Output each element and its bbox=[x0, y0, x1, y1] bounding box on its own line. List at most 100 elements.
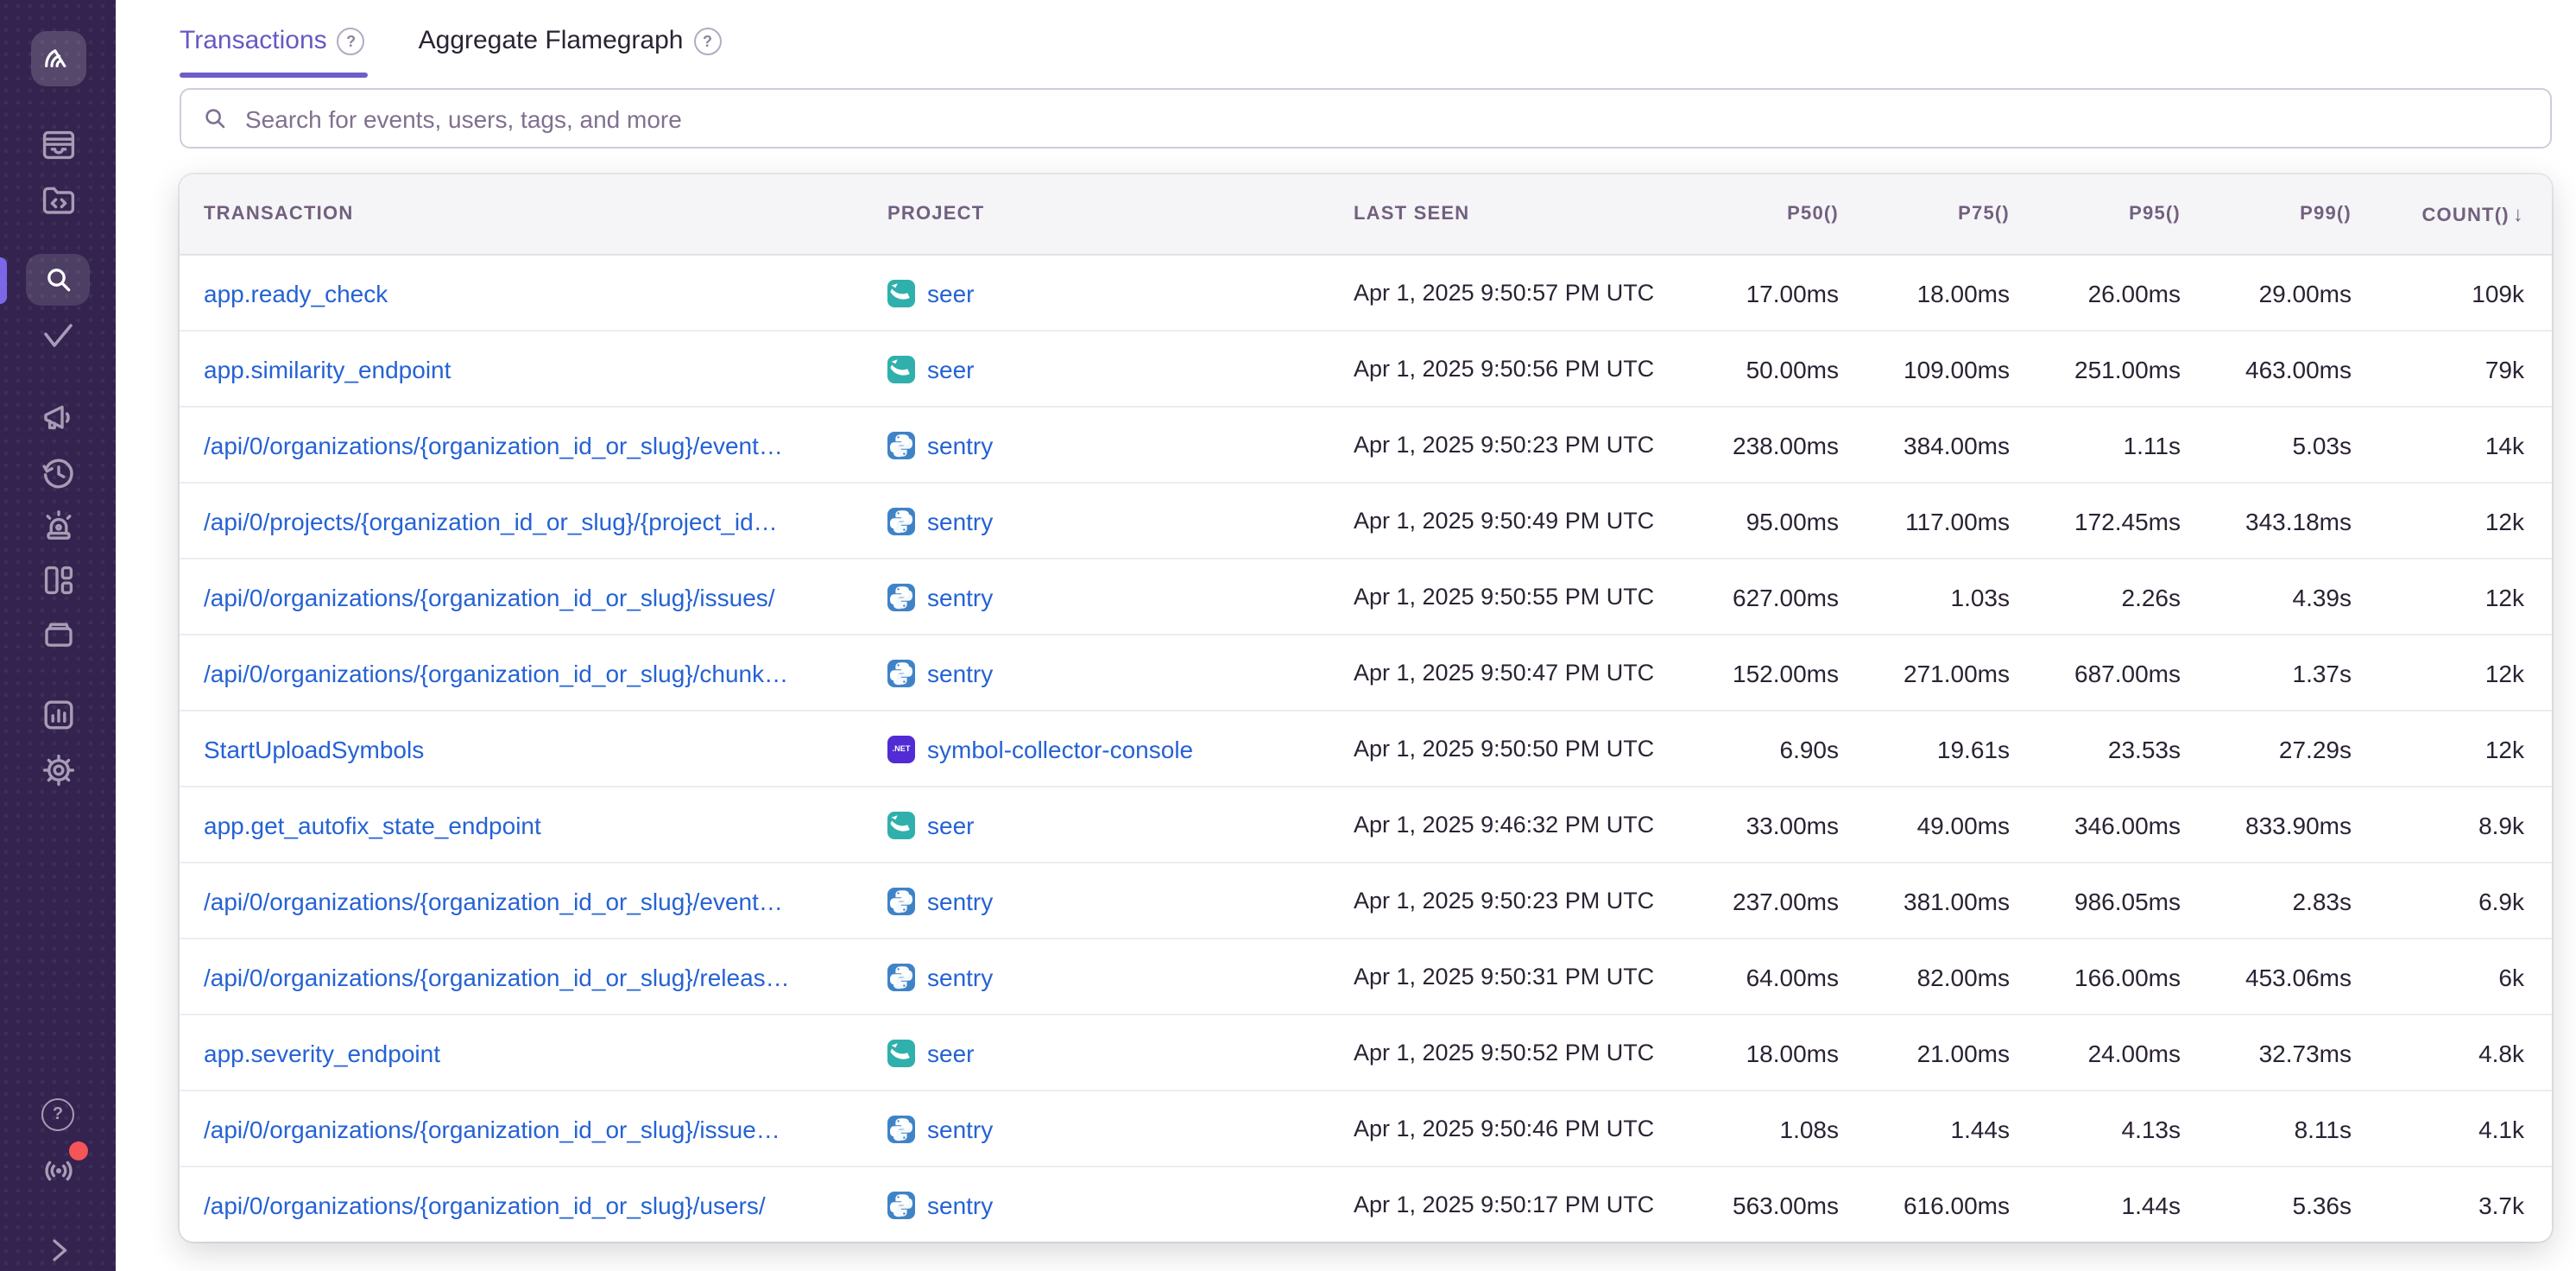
column-transaction[interactable]: TRANSACTION bbox=[180, 204, 887, 224]
p95-cell: 23.53s bbox=[2010, 735, 2181, 762]
project-cell: seer bbox=[887, 811, 1354, 838]
python-project-icon bbox=[887, 659, 915, 686]
transaction-link[interactable]: /api/0/organizations/{organization_id_or… bbox=[204, 963, 790, 990]
column-p50[interactable]: P50() bbox=[1668, 204, 1839, 224]
help-circle-icon[interactable]: ? bbox=[694, 27, 722, 54]
last-seen-cell: Apr 1, 2025 9:50:50 PM UTC bbox=[1354, 736, 1668, 762]
transaction-link[interactable]: app.severity_endpoint bbox=[204, 1039, 440, 1066]
transaction-link[interactable]: /api/0/organizations/{organization_id_or… bbox=[204, 583, 775, 610]
p50-cell: 6.90s bbox=[1668, 735, 1839, 762]
project-link[interactable]: sentry bbox=[927, 1115, 993, 1142]
transaction-link[interactable]: /api/0/organizations/{organization_id_or… bbox=[204, 659, 788, 686]
table-row: /api/0/organizations/{organization_id_or… bbox=[180, 938, 2552, 1014]
project-link[interactable]: sentry bbox=[927, 431, 993, 458]
transaction-link[interactable]: /api/0/organizations/{organization_id_or… bbox=[204, 887, 783, 914]
python-project-icon bbox=[887, 963, 915, 990]
sidebar-item-whats-new[interactable] bbox=[0, 1150, 116, 1192]
table-row: /api/0/organizations/{organization_id_or… bbox=[180, 634, 2552, 710]
project-link[interactable]: sentry bbox=[927, 507, 993, 534]
search-input[interactable] bbox=[242, 103, 2529, 134]
p99-cell: 4.39s bbox=[2181, 583, 2352, 610]
sidebar-item-alerts[interactable] bbox=[0, 506, 116, 547]
count-cell: 14k bbox=[2352, 431, 2552, 458]
table-row: app.get_autofix_state_endpoint seer Apr … bbox=[180, 786, 2552, 862]
column-p75[interactable]: P75() bbox=[1839, 204, 2010, 224]
project-cell: seer bbox=[887, 1039, 1354, 1066]
sentry-logo-button[interactable] bbox=[0, 31, 116, 86]
count-cell: 6k bbox=[2352, 963, 2552, 990]
transaction-link[interactable]: /api/0/organizations/{organization_id_or… bbox=[204, 431, 783, 458]
archive-box-icon bbox=[37, 613, 79, 654]
notification-dot bbox=[68, 1141, 87, 1160]
sidebar-item-help[interactable]: ? bbox=[0, 1098, 116, 1131]
sidebar-item-feedback[interactable] bbox=[0, 397, 116, 439]
p99-cell: 463.00ms bbox=[2181, 355, 2352, 383]
column-p95[interactable]: P95() bbox=[2010, 204, 2181, 224]
column-last-seen[interactable]: LAST SEEN bbox=[1354, 204, 1668, 224]
transaction-link[interactable]: /api/0/projects/{organization_id_or_slug… bbox=[204, 507, 778, 534]
p99-cell: 453.06ms bbox=[2181, 963, 2352, 990]
tab-transactions[interactable]: Transactions ? bbox=[180, 26, 365, 78]
transaction-link[interactable]: /api/0/organizations/{organization_id_or… bbox=[204, 1115, 780, 1142]
transaction-link[interactable]: app.similarity_endpoint bbox=[204, 355, 451, 383]
chevron-right-icon bbox=[41, 1233, 75, 1268]
p95-cell: 251.00ms bbox=[2010, 355, 2181, 383]
project-link[interactable]: symbol-collector-console bbox=[927, 735, 1193, 762]
project-link[interactable]: seer bbox=[927, 355, 974, 383]
project-link[interactable]: sentry bbox=[927, 1191, 993, 1218]
project-cell: seer bbox=[887, 279, 1354, 307]
p75-cell: 1.03s bbox=[1839, 583, 2010, 610]
count-cell: 12k bbox=[2352, 735, 2552, 762]
sidebar-item-issues[interactable] bbox=[0, 124, 116, 166]
sidebar-item-dashboards[interactable] bbox=[0, 560, 116, 601]
project-link[interactable]: seer bbox=[927, 811, 974, 838]
sidebar-item-explore[interactable] bbox=[0, 180, 116, 221]
transaction-link[interactable]: /api/0/organizations/{organization_id_or… bbox=[204, 1191, 766, 1218]
sidebar-item-stats[interactable] bbox=[0, 694, 116, 736]
sidebar-item-search[interactable] bbox=[0, 254, 116, 306]
sidebar-item-releases[interactable] bbox=[0, 452, 116, 494]
table-header: TRANSACTION PROJECT LAST SEEN P50() P75(… bbox=[180, 174, 2552, 256]
sidebar-item-settings[interactable] bbox=[0, 749, 116, 791]
project-link[interactable]: sentry bbox=[927, 659, 993, 686]
seer-project-icon bbox=[887, 811, 915, 838]
p50-cell: 1.08s bbox=[1668, 1115, 1839, 1142]
p95-cell: 166.00ms bbox=[2010, 963, 2181, 990]
p95-cell: 172.45ms bbox=[2010, 507, 2181, 534]
project-link[interactable]: seer bbox=[927, 1039, 974, 1066]
count-cell: 4.1k bbox=[2352, 1115, 2552, 1142]
column-p99[interactable]: P99() bbox=[2181, 204, 2352, 224]
count-cell: 6.9k bbox=[2352, 887, 2552, 914]
tab-label: Transactions bbox=[180, 26, 327, 55]
sidebar-item-projects[interactable] bbox=[0, 613, 116, 654]
sidebar-item-traces[interactable] bbox=[0, 316, 116, 357]
table-row: app.ready_check seer Apr 1, 2025 9:50:57… bbox=[180, 256, 2552, 330]
transaction-cell: app.severity_endpoint bbox=[180, 1039, 887, 1066]
project-cell: seer bbox=[887, 355, 1354, 383]
project-link[interactable]: sentry bbox=[927, 887, 993, 914]
app-window: ? Transactions ? bbox=[0, 0, 2576, 1271]
search-bar[interactable] bbox=[180, 88, 2552, 149]
dashboard-layout-icon bbox=[37, 560, 79, 601]
transaction-link[interactable]: StartUploadSymbols bbox=[204, 735, 424, 762]
p75-cell: 384.00ms bbox=[1839, 431, 2010, 458]
project-link[interactable]: seer bbox=[927, 279, 974, 307]
p75-cell: 381.00ms bbox=[1839, 887, 2010, 914]
transaction-link[interactable]: app.get_autofix_state_endpoint bbox=[204, 811, 541, 838]
transaction-cell: /api/0/organizations/{organization_id_or… bbox=[180, 963, 887, 990]
column-count[interactable]: COUNT()↓ bbox=[2352, 202, 2552, 226]
tab-aggregate-flamegraph[interactable]: Aggregate Flamegraph ? bbox=[419, 26, 722, 78]
help-circle-icon[interactable]: ? bbox=[338, 27, 365, 54]
transaction-link[interactable]: app.ready_check bbox=[204, 279, 388, 307]
code-folder-icon bbox=[37, 180, 79, 221]
sidebar-expand-button[interactable] bbox=[0, 1233, 116, 1268]
column-project[interactable]: PROJECT bbox=[887, 204, 1354, 224]
project-link[interactable]: sentry bbox=[927, 583, 993, 610]
last-seen-cell: Apr 1, 2025 9:46:32 PM UTC bbox=[1354, 812, 1668, 838]
p75-cell: 1.44s bbox=[1839, 1115, 2010, 1142]
python-project-icon bbox=[887, 431, 915, 458]
project-link[interactable]: sentry bbox=[927, 963, 993, 990]
project-cell: sentry bbox=[887, 1191, 1354, 1218]
transaction-cell: app.ready_check bbox=[180, 279, 887, 307]
p99-cell: 5.03s bbox=[2181, 431, 2352, 458]
